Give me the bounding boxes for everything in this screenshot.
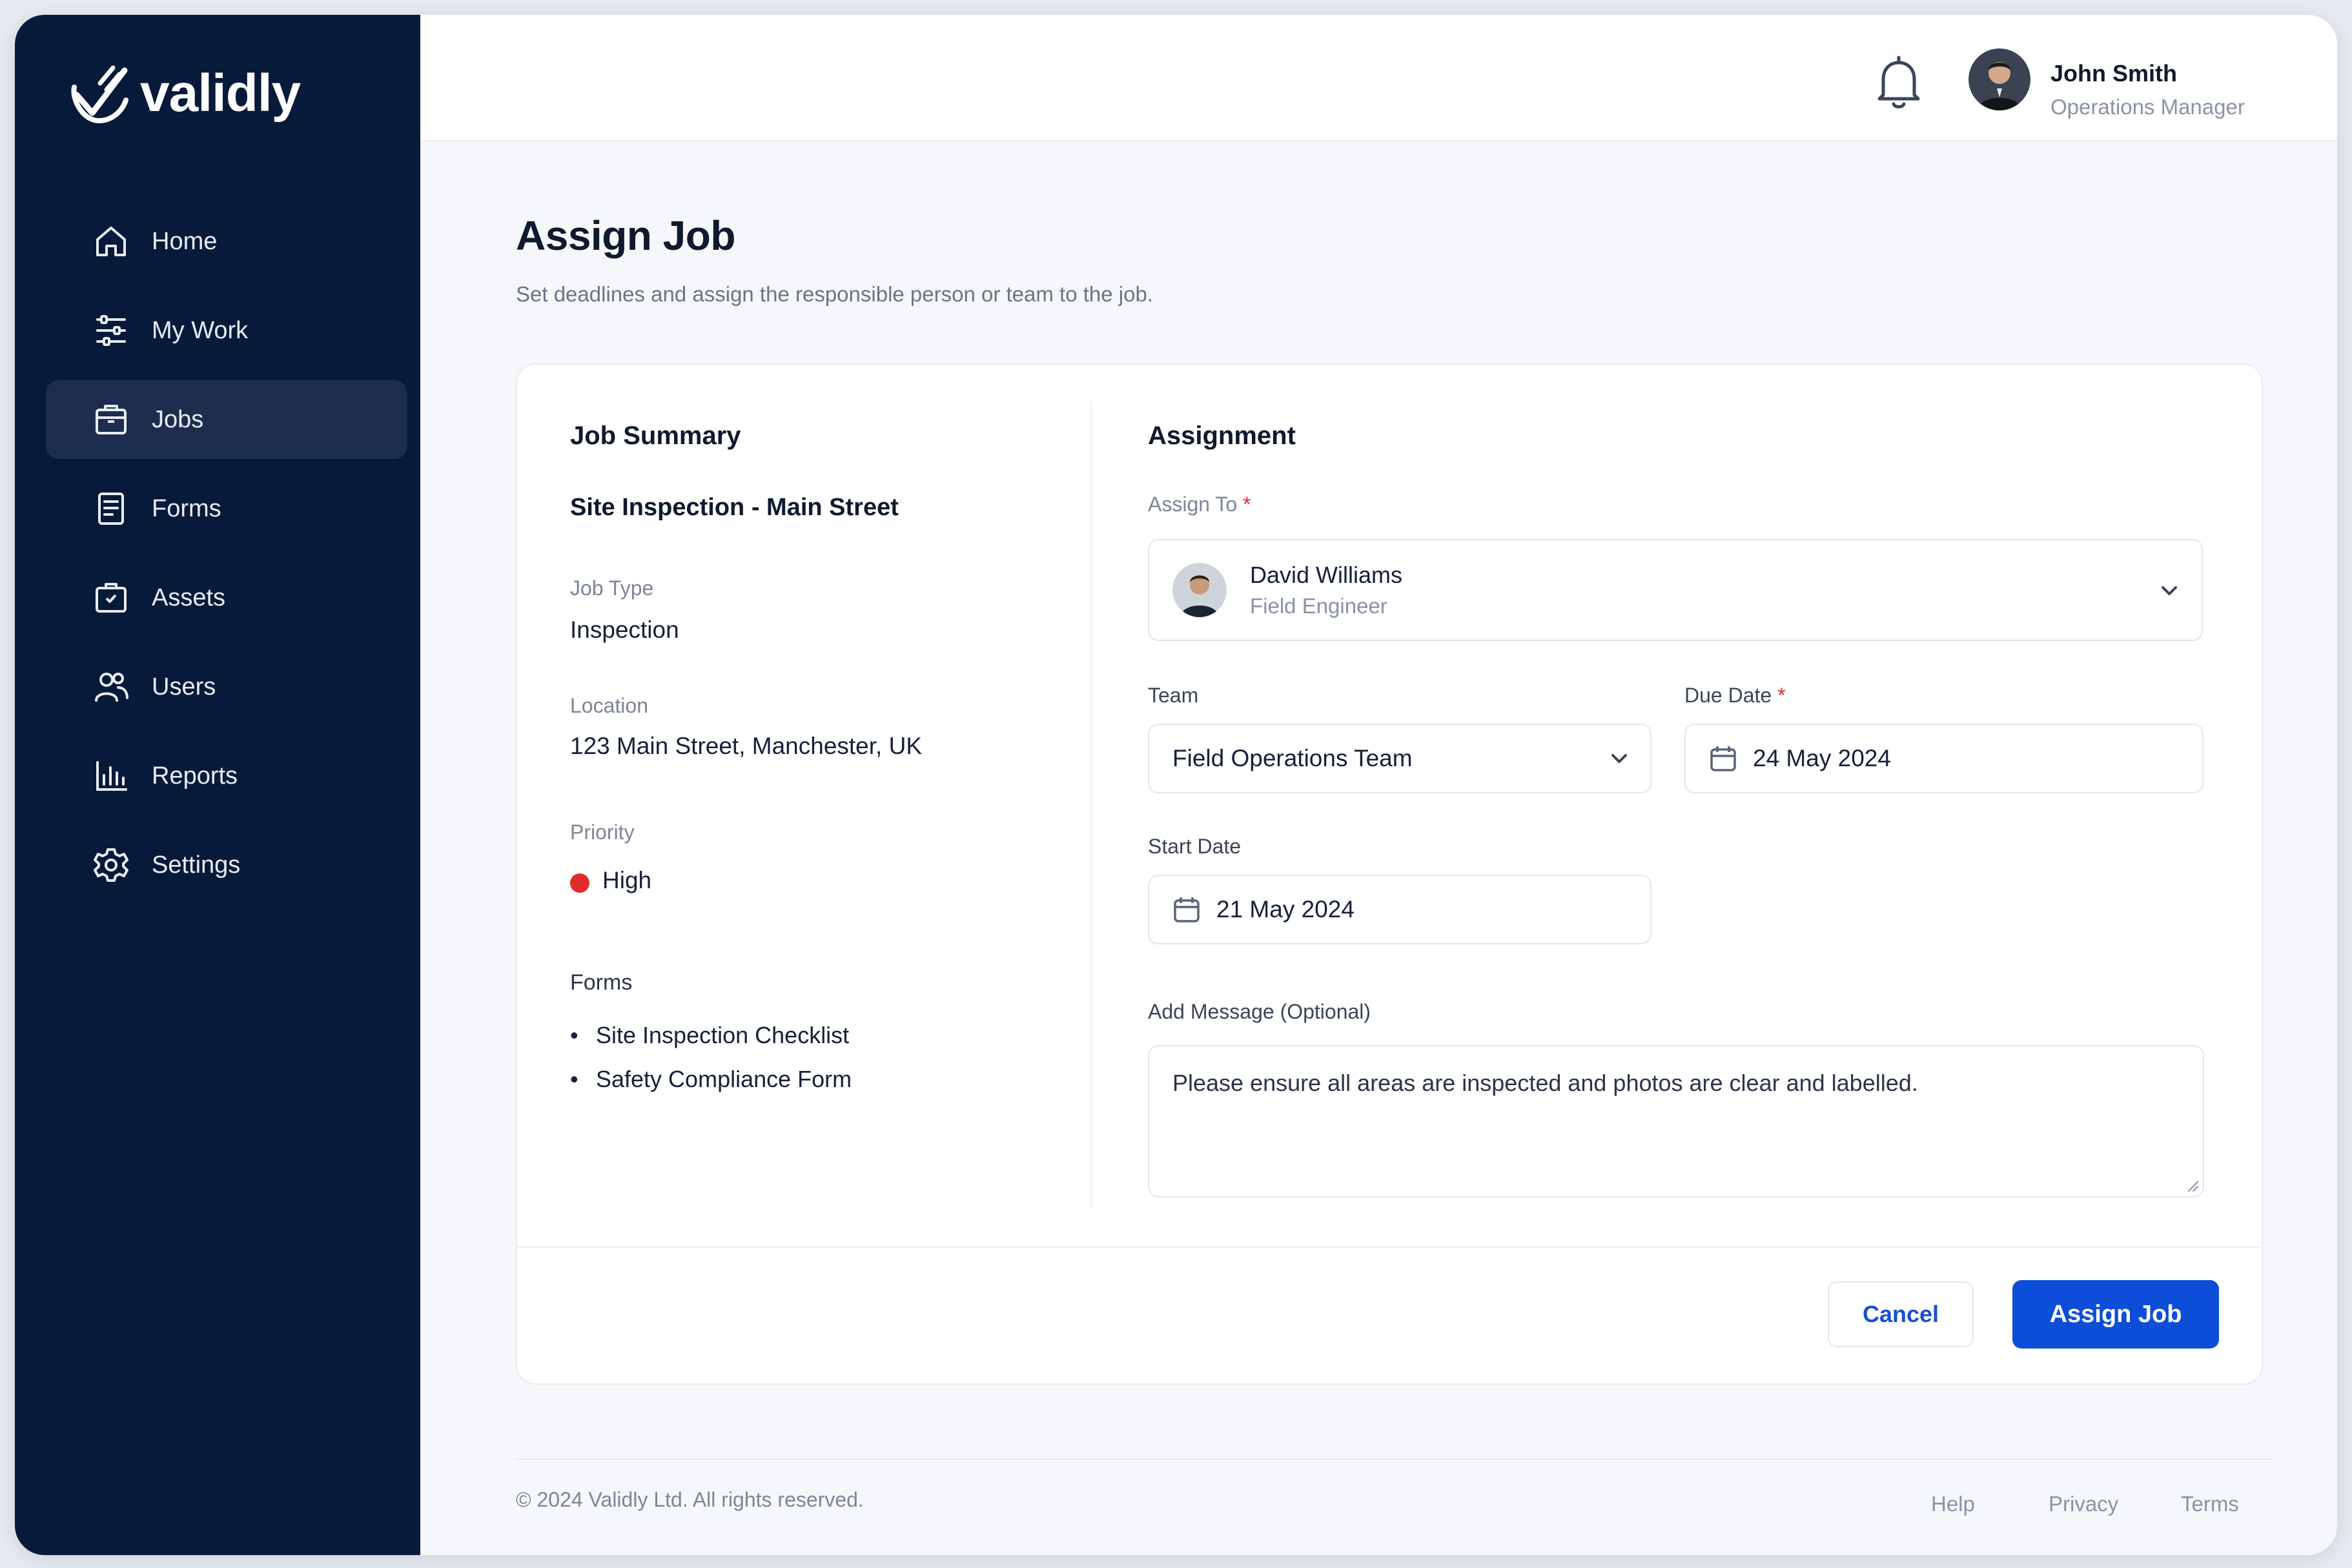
bullet-icon: • bbox=[570, 1022, 578, 1048]
due-date-value: 24 May 2024 bbox=[1753, 745, 1891, 771]
job-type-label: Job Type bbox=[570, 576, 654, 600]
assign-to-label: Assign To * bbox=[1148, 493, 1251, 516]
due-date-label-text: Due Date bbox=[1684, 684, 1772, 707]
footer-link-help[interactable]: Help bbox=[1931, 1492, 1975, 1516]
sidebar-item-home[interactable]: Home bbox=[46, 202, 407, 281]
start-date-field[interactable]: 21 May 2024 bbox=[1148, 875, 1652, 944]
job-type-value: Inspection bbox=[570, 616, 679, 643]
priority-value: High bbox=[602, 867, 652, 893]
box-icon bbox=[92, 579, 130, 616]
sidebar-item-users[interactable]: Users bbox=[46, 647, 407, 726]
priority-indicator-dot bbox=[570, 873, 589, 893]
sidebar: validly Home My Work Jobs Forms Assets U… bbox=[15, 15, 420, 1555]
team-label: Team bbox=[1148, 684, 1199, 707]
start-date-value: 21 May 2024 bbox=[1216, 896, 1355, 922]
location-label: Location bbox=[570, 694, 648, 717]
page-title: Assign Job bbox=[516, 212, 735, 259]
assignment-heading: Assignment bbox=[1148, 422, 1296, 450]
briefcase-icon bbox=[92, 401, 130, 438]
sidebar-item-jobs[interactable]: Jobs bbox=[46, 380, 407, 459]
document-icon bbox=[92, 490, 130, 527]
location-value: 123 Main Street, Manchester, UK bbox=[570, 733, 922, 759]
start-date-label: Start Date bbox=[1148, 835, 1242, 858]
copyright-text: © 2024 Validly Ltd. All rights reserved. bbox=[516, 1488, 864, 1511]
chevron-down-icon[interactable] bbox=[1606, 746, 1632, 771]
assignee-name: David Williams bbox=[1250, 562, 1403, 588]
sidebar-item-label: Users bbox=[152, 673, 216, 700]
app-logo[interactable]: validly bbox=[70, 61, 301, 126]
message-label: Add Message (Optional) bbox=[1148, 1000, 1371, 1023]
priority-label: Priority bbox=[570, 820, 635, 844]
notification-bell-icon[interactable] bbox=[1873, 54, 1925, 112]
required-marker: * bbox=[1777, 684, 1786, 707]
home-icon bbox=[92, 223, 130, 260]
main-content: John Smith Operations Manager Assign Job… bbox=[420, 15, 2337, 1555]
form-name: Site Inspection Checklist bbox=[596, 1022, 850, 1048]
due-date-field[interactable]: 24 May 2024 bbox=[1684, 724, 2204, 793]
sidebar-item-label: Home bbox=[152, 227, 218, 255]
sidebar-item-my-work[interactable]: My Work bbox=[46, 291, 407, 370]
footer-link-privacy[interactable]: Privacy bbox=[2049, 1492, 2118, 1516]
team-select[interactable]: Field Operations Team bbox=[1148, 724, 1652, 793]
bar-chart-icon bbox=[92, 757, 130, 795]
list-item[interactable]: • Safety Compliance Form bbox=[570, 1066, 852, 1093]
assign-job-card: Job Summary Site Inspection - Main Stree… bbox=[516, 363, 2263, 1385]
list-item[interactable]: • Site Inspection Checklist bbox=[570, 1022, 849, 1049]
app-name: validly bbox=[140, 64, 301, 123]
message-textarea[interactable]: Please ensure all areas are inspected an… bbox=[1148, 1045, 2204, 1197]
sidebar-nav: Home My Work Jobs Forms Assets Users Rep… bbox=[46, 202, 407, 915]
assign-job-button[interactable]: Assign Job bbox=[2012, 1280, 2219, 1349]
chevron-down-icon[interactable] bbox=[2156, 578, 2182, 604]
sliders-icon bbox=[92, 312, 130, 349]
cancel-button[interactable]: Cancel bbox=[1828, 1281, 1974, 1347]
footer-divider bbox=[516, 1458, 2272, 1460]
calendar-icon bbox=[1710, 746, 1736, 771]
form-name: Safety Compliance Form bbox=[596, 1066, 852, 1092]
user-role: Operations Manager bbox=[2050, 95, 2245, 119]
sidebar-item-settings[interactable]: Settings bbox=[46, 826, 407, 904]
assignee-select[interactable]: David Williams Field Engineer bbox=[1148, 539, 2203, 641]
sidebar-item-label: Jobs bbox=[152, 405, 204, 433]
resize-handle-icon[interactable] bbox=[2185, 1178, 2199, 1192]
sidebar-item-label: Assets bbox=[152, 584, 226, 611]
card-footer-divider bbox=[517, 1247, 2262, 1248]
gear-icon bbox=[92, 846, 130, 884]
assign-to-label-text: Assign To bbox=[1148, 493, 1238, 516]
sidebar-item-forms[interactable]: Forms bbox=[46, 469, 407, 548]
assignee-role: Field Engineer bbox=[1250, 594, 1387, 618]
job-summary-heading: Job Summary bbox=[570, 422, 741, 450]
forms-heading: Forms bbox=[570, 970, 633, 995]
page-subtitle: Set deadlines and assign the responsible… bbox=[516, 282, 1153, 306]
team-value: Field Operations Team bbox=[1172, 745, 1413, 771]
sidebar-item-label: Forms bbox=[152, 494, 221, 522]
sidebar-item-reports[interactable]: Reports bbox=[46, 737, 407, 815]
app-window: validly Home My Work Jobs Forms Assets U… bbox=[15, 15, 2337, 1555]
footer-link-terms[interactable]: Terms bbox=[2181, 1492, 2239, 1516]
sidebar-item-label: My Work bbox=[152, 316, 249, 344]
assignee-avatar bbox=[1172, 563, 1227, 617]
calendar-icon bbox=[1174, 897, 1200, 922]
user-name: John Smith bbox=[2050, 60, 2177, 87]
message-text: Please ensure all areas are inspected an… bbox=[1172, 1070, 1918, 1096]
sidebar-item-assets[interactable]: Assets bbox=[46, 558, 407, 637]
due-date-label: Due Date * bbox=[1684, 684, 1786, 708]
column-divider bbox=[1090, 401, 1092, 1208]
avatar[interactable] bbox=[1969, 48, 2030, 110]
validly-check-icon bbox=[71, 65, 128, 124]
users-icon bbox=[92, 668, 130, 706]
sidebar-item-label: Settings bbox=[152, 851, 241, 879]
sidebar-item-label: Reports bbox=[152, 762, 238, 789]
job-title: Site Inspection - Main Street bbox=[570, 494, 899, 521]
bullet-icon: • bbox=[570, 1066, 578, 1092]
top-bar: John Smith Operations Manager bbox=[420, 15, 2337, 141]
required-marker: * bbox=[1243, 493, 1251, 516]
